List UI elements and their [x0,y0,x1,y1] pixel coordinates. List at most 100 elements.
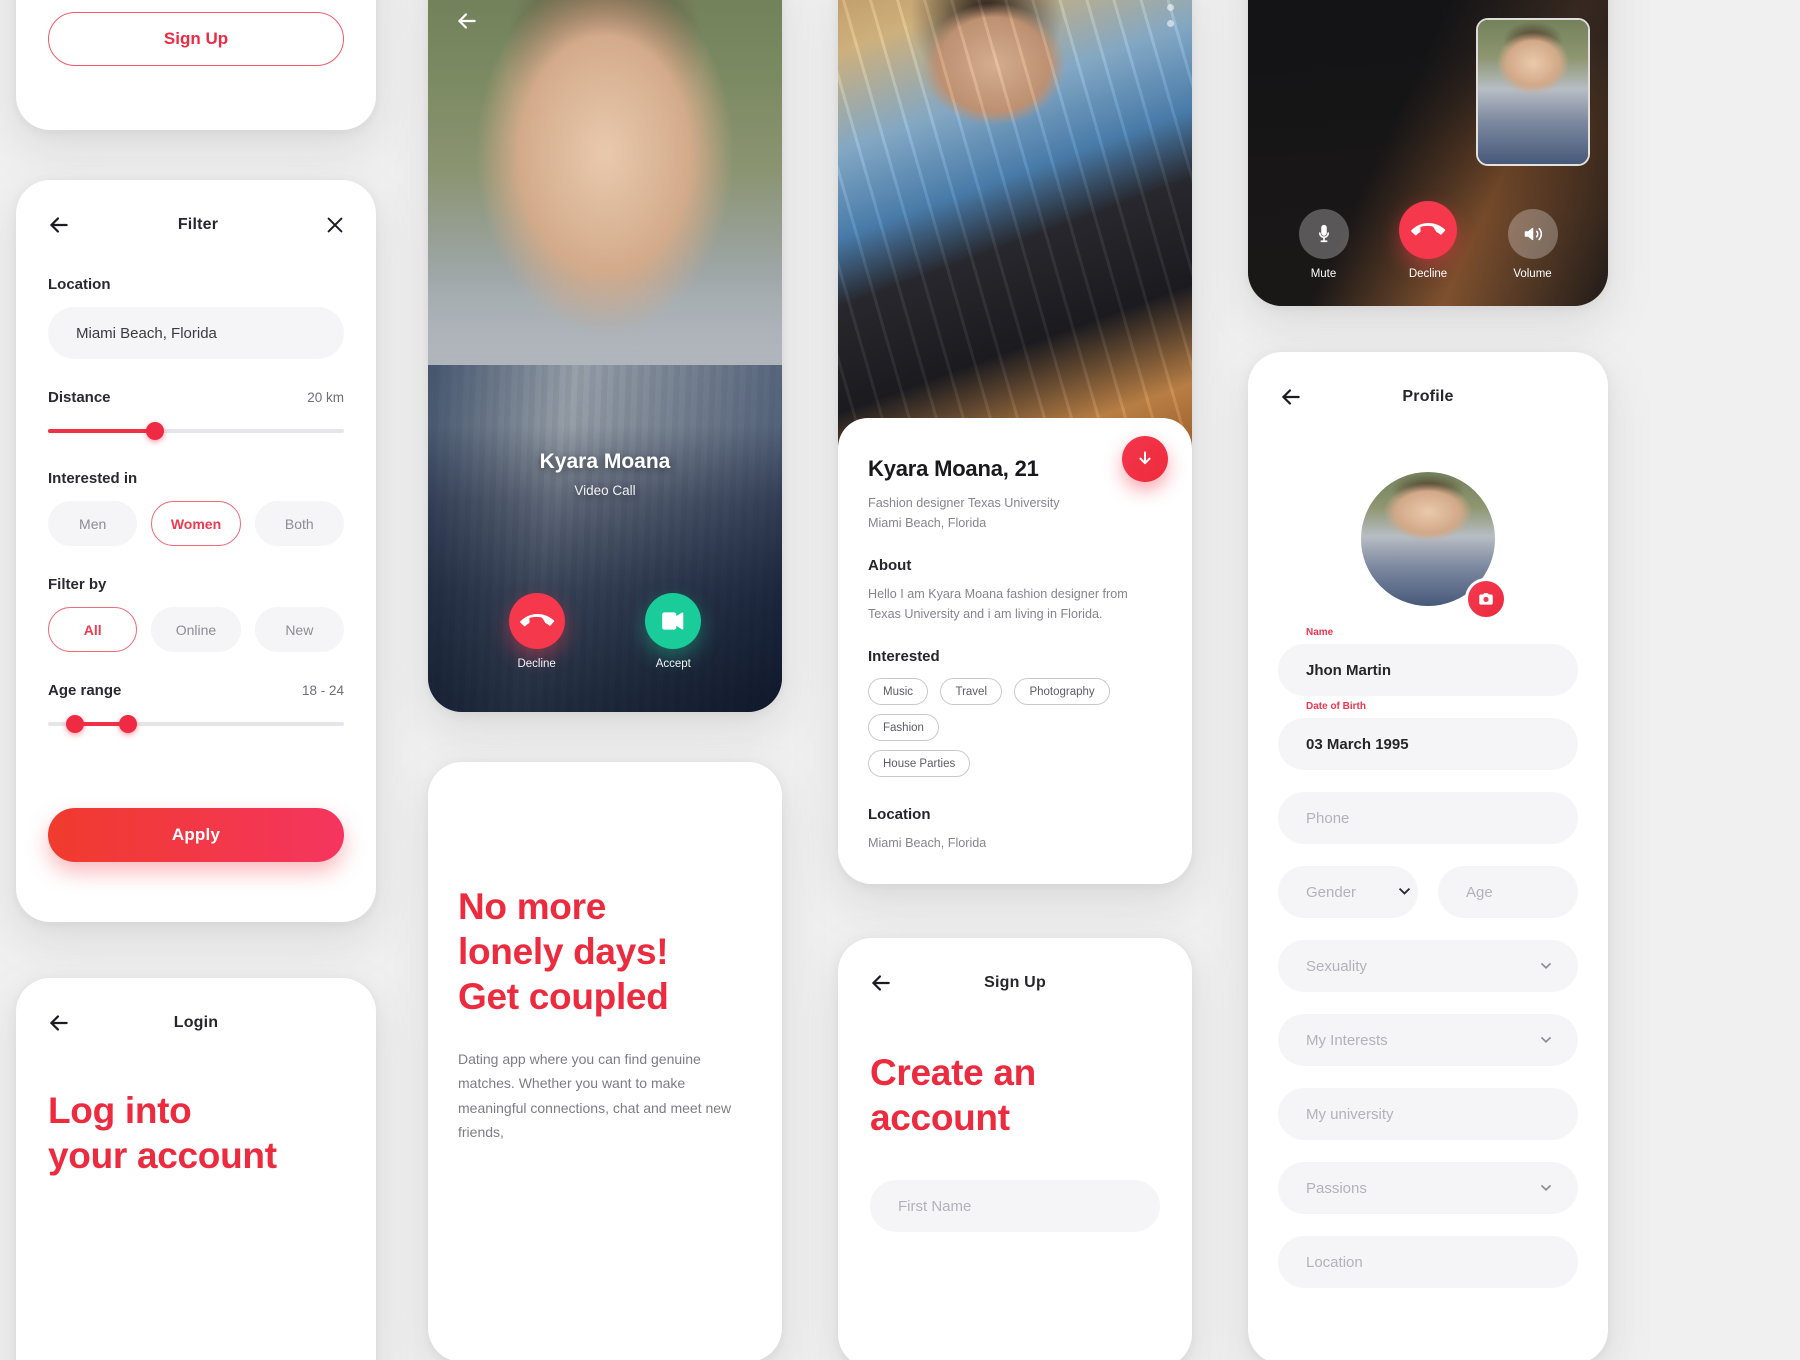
age-range-value: 18 - 24 [301,683,344,698]
promo-card: No more lonely days! Get coupled Dating … [428,762,782,1360]
chevron-down-icon[interactable] [1540,1180,1552,1197]
accept-label: Accept [655,658,691,670]
carousel-dot[interactable] [1167,20,1174,27]
chip-men[interactable]: Men [48,501,138,546]
self-view-pip[interactable] [1476,18,1590,166]
location-field[interactable]: Location [1278,1236,1578,1288]
camera-icon[interactable] [1465,578,1507,620]
sexuality-placeholder: Sexuality [1306,957,1367,975]
back-icon[interactable] [46,212,72,238]
signup-heading-line2: account [870,1097,1010,1139]
chevron-down-icon[interactable] [1398,884,1411,901]
age-placeholder: Age [1466,883,1493,901]
filter-title: Filter [177,216,219,233]
match-details-sheet: Kyara Moana, 21 Fashion designer Texas U… [838,418,1192,884]
chip-both[interactable]: Both [254,501,344,546]
about-label: About [868,557,912,575]
interested-in-label: Interested in [48,470,138,487]
age-range-slider[interactable] [48,715,344,733]
back-icon[interactable] [46,1010,72,1036]
match-photo-wrap [838,0,1192,458]
location-placeholder: Location [1306,1253,1363,1271]
caller-name: Kyara Moana [539,450,671,473]
dob-field-value: 03 March 1995 [1306,735,1409,753]
screens-showcase-board: Sign Up Filter Location Miami Beach, Flo… [0,0,1800,1360]
age-field[interactable]: Age [1438,866,1578,918]
promo-heading: No more lonely days! Get coupled [458,884,746,1019]
profile-header: Profile [1248,368,1608,426]
apply-button[interactable]: Apply [48,808,344,862]
passions-field[interactable]: Passions [1278,1162,1578,1214]
my-university-placeholder: My university [1306,1105,1394,1123]
profile-fields: Name Jhon Martin Date of Birth 03 March … [1248,616,1608,1288]
sexuality-field[interactable]: Sexuality [1278,940,1578,992]
passions-placeholder: Passions [1306,1179,1367,1197]
chevron-down-icon[interactable] [1540,958,1552,975]
distance-slider[interactable] [48,422,344,440]
chip-women[interactable]: Women [151,501,241,546]
distance-value: 20 km [307,390,344,405]
dob-field-label: Date of Birth [1306,701,1366,712]
signup-title: Sign Up [984,974,1046,991]
name-field-value: Jhon Martin [1306,661,1391,679]
location-value: Miami Beach, Florida [76,324,217,342]
location-label: Location [48,276,111,293]
gender-field[interactable]: Gender [1278,866,1418,918]
name-field-label: Name [1306,627,1334,638]
accept-call-button[interactable] [645,593,702,649]
interest-tag[interactable]: Music [868,678,929,706]
login-header: Login [16,994,376,1052]
interest-tag[interactable]: Travel [940,678,1003,706]
slider-knob[interactable] [145,422,164,440]
distance-label: Distance [48,389,111,406]
first-name-placeholder: First Name [898,1197,972,1215]
location-input[interactable]: Miami Beach, Florida [48,307,344,359]
close-icon[interactable] [324,214,346,236]
download-icon[interactable] [1122,436,1168,482]
interest-tag[interactable]: House Parties [868,750,971,778]
first-name-field[interactable]: First Name [870,1180,1160,1233]
age-range-label: Age range [48,682,122,699]
my-interests-field[interactable]: My Interests [1278,1014,1578,1066]
promo-heading-line3: Get coupled [458,976,669,1018]
volume-button[interactable] [1507,209,1558,259]
my-university-field[interactable]: My university [1278,1088,1578,1140]
sign-up-button[interactable]: Sign Up [48,12,344,66]
match-location-label: Location [868,806,931,824]
chip-online[interactable]: Online [151,607,241,652]
carousel-dot[interactable] [1167,4,1174,11]
chevron-down-icon[interactable] [1540,1032,1552,1049]
phone-placeholder: Phone [1306,809,1350,827]
age-knob-min[interactable] [65,715,84,733]
mute-button[interactable] [1298,209,1349,259]
back-icon[interactable] [868,970,894,996]
chip-new[interactable]: New [254,607,344,652]
filter-header: Filter [16,196,376,254]
decline-call-button[interactable] [1399,201,1457,259]
age-knob-max[interactable] [118,715,137,733]
decline-label: Decline [1408,268,1448,280]
chip-all[interactable]: All [48,607,138,652]
back-icon[interactable] [454,8,480,34]
match-name-age: Kyara Moana, 21 [868,456,1039,481]
profile-title: Profile [1402,388,1454,405]
self-view-photo [1478,20,1588,164]
signup-form-card: Sign Up Create an account First Name [838,938,1192,1360]
carousel-dots [1167,0,1174,27]
decline-call-button[interactable] [508,593,565,649]
profile-edit-card: Profile Name Jhon Martin Date of Birth 0… [1248,352,1608,1360]
phone-field[interactable]: Phone [1278,792,1578,844]
promo-body: Dating app where you can find genuine ma… [458,1051,732,1140]
login-title: Login [173,1014,219,1031]
signup-header: Sign Up [838,954,1192,1012]
login-heading-line1: Log into [48,1090,192,1131]
interest-tag[interactable]: Photography [1014,678,1110,706]
dob-field[interactable]: Date of Birth 03 March 1995 [1278,701,1578,770]
slider-fill [48,429,155,433]
login-card: Login Log into your account [16,978,376,1360]
name-field[interactable]: Name Jhon Martin [1278,627,1578,696]
interest-tag[interactable]: Fashion [868,714,939,742]
login-heading-line2: your account [48,1135,277,1177]
call-actions: Decline Accept [428,593,782,670]
back-icon[interactable] [1278,384,1304,410]
